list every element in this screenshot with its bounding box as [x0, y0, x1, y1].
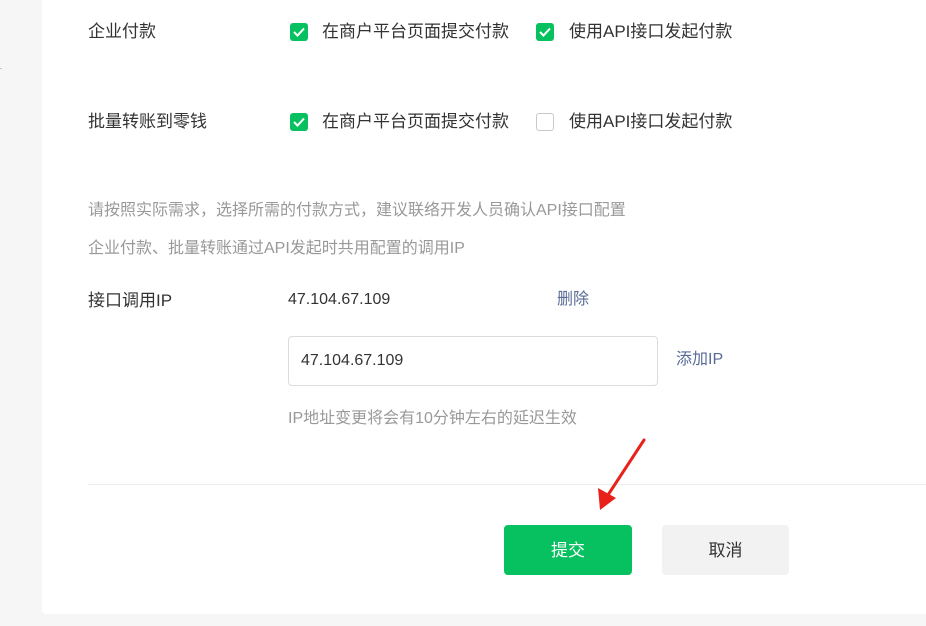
batch-transfer-api-checkbox[interactable]: [536, 113, 554, 131]
cancel-button[interactable]: 取消: [662, 525, 789, 575]
enterprise-payment-page-option-label[interactable]: 在商户平台页面提交付款: [322, 21, 509, 43]
batch-transfer-label: 批量转账到零钱: [88, 112, 207, 131]
checkmark-icon: [293, 117, 305, 127]
delete-ip-link[interactable]: 删除: [557, 289, 589, 311]
checkmark-icon: [539, 27, 551, 37]
page: 企业付款 在商户平台页面提交付款 使用API接口发起付款 批量转账到零钱 在商户…: [0, 0, 926, 626]
ip-change-delay-note: IP地址变更将会有10分钟左右的延迟生效: [288, 410, 577, 427]
enterprise-payment-api-checkbox[interactable]: [536, 23, 554, 41]
ip-input[interactable]: [288, 336, 658, 386]
checkmark-icon: [293, 27, 305, 37]
payment-method-hint: 请按照实际需求，选择所需的付款方式，建议联络开发人员确认API接口配置: [88, 202, 626, 219]
batch-transfer-page-option-label[interactable]: 在商户平台页面提交付款: [322, 111, 509, 133]
footer-divider: [88, 484, 926, 485]
batch-transfer-page-checkbox[interactable]: [290, 113, 308, 131]
batch-transfer-api-option-label[interactable]: 使用API接口发起付款: [569, 111, 732, 133]
enterprise-payment-api-option-label[interactable]: 使用API接口发起付款: [569, 21, 732, 43]
add-ip-link[interactable]: 添加IP: [676, 349, 723, 371]
submit-button[interactable]: 提交: [504, 525, 632, 575]
annotation-arrow-icon: [598, 438, 646, 510]
settings-card: [42, 0, 926, 614]
enterprise-payment-label: 企业付款: [88, 22, 156, 41]
enterprise-payment-page-checkbox[interactable]: [290, 23, 308, 41]
existing-ip-value: 47.104.67.109: [288, 291, 391, 308]
api-ip-label: 接口调用IP: [88, 291, 173, 310]
shared-ip-hint: 企业付款、批量转账通过API发起时共用配置的调用IP: [88, 240, 465, 257]
sidebar-edge-mark: [0, 68, 2, 69]
